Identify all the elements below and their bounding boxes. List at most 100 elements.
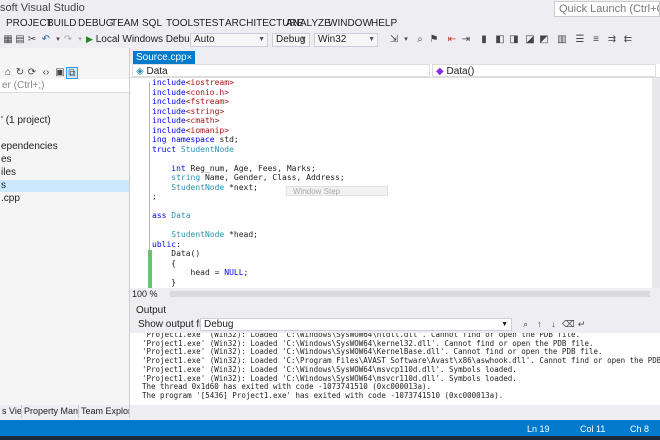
code-token: namespace xyxy=(171,135,215,144)
menu-debug[interactable]: DEBUG xyxy=(78,18,114,29)
comment-icon[interactable]: ☰ xyxy=(574,34,586,46)
quick-launch-input[interactable]: Quick Launch (Ctrl+Q) xyxy=(554,1,660,17)
platform-dropdown[interactable]: Win32 ▼ xyxy=(314,33,378,47)
save-all-icon[interactable]: ▤ xyxy=(14,34,26,46)
explorer-tabs: s View Property Man... Team Explorer xyxy=(0,405,130,418)
tab-property-manager[interactable]: Property Man... xyxy=(22,405,79,418)
menu-sql[interactable]: SQL xyxy=(142,18,162,29)
editor-footer: 100 % xyxy=(130,288,660,300)
undo-icon[interactable]: ↶ xyxy=(40,34,52,46)
code-line: ; xyxy=(152,192,157,202)
ghost-tooltip: Window Step xyxy=(286,186,388,196)
menu-bar: PROJECT BUILD DEBUG TEAM SQL TOOLS TEST ARCHITE… xyxy=(0,17,660,32)
menu-window[interactable]: WINDOW xyxy=(328,18,372,29)
tree-item[interactable]: iles xyxy=(0,167,129,179)
refresh-icon[interactable]: ⟳ xyxy=(26,67,38,79)
status-column: Col 11 xyxy=(580,424,606,434)
solution-search-input[interactable]: er (Ctrl+;) xyxy=(0,79,129,93)
attach-icon[interactable]: ⇲ xyxy=(388,34,400,46)
indent-icon[interactable]: ⇉ xyxy=(606,34,618,46)
member-dropdown[interactable]: ◆ Data() xyxy=(432,64,656,77)
code-line: include<iostream> xyxy=(152,78,234,88)
menu-tools[interactable]: TOOLS xyxy=(166,18,200,29)
prev-folder-icon[interactable]: ◪ xyxy=(524,34,536,46)
code-line: truct StudentNode xyxy=(152,145,234,155)
tree-item[interactable]: ependencies xyxy=(0,141,129,153)
cut-icon[interactable]: ✂ xyxy=(26,34,38,46)
next-folder-icon[interactable]: ◩ xyxy=(538,34,550,46)
word-wrap-icon[interactable]: ↵ xyxy=(576,319,587,330)
tree-item[interactable]: .cpp xyxy=(0,193,129,205)
platform-value: Win32 xyxy=(318,34,347,45)
tree-item[interactable]: ' (1 project) xyxy=(0,115,129,127)
class-dropdown[interactable]: ◈ Data xyxy=(132,64,430,77)
prev-bookmark-icon[interactable]: ◧ xyxy=(494,34,506,46)
build-config-dropdown[interactable]: Debug ▼ xyxy=(272,33,310,47)
output-text[interactable]: 'Project1.exe' (Win32): Loaded 'C:\Windo… xyxy=(130,333,660,405)
code-line: Data() xyxy=(152,249,200,259)
code-line: int Reg_num, Age, Fees, Marks; xyxy=(152,164,316,174)
home-icon[interactable]: ⌂ xyxy=(2,67,14,79)
menu-build[interactable]: BUILD xyxy=(47,18,76,29)
tree-item[interactable]: s xyxy=(0,180,129,192)
close-icon[interactable]: × xyxy=(187,51,192,64)
code-line: include<string> xyxy=(152,107,224,117)
sync-icon[interactable]: ↻ xyxy=(14,67,26,79)
zoom-level[interactable]: 100 % xyxy=(132,288,158,300)
uncomment-icon[interactable]: ≡ xyxy=(590,34,602,46)
tab-label: Source.cpp xyxy=(136,52,187,63)
code-token: : xyxy=(176,239,181,249)
output-source-value: Debug xyxy=(204,319,234,330)
tab-team-explorer[interactable]: Team Explorer xyxy=(79,405,130,418)
step-icon[interactable]: ⇥ xyxy=(460,34,472,46)
code-token: include xyxy=(152,106,186,116)
collapse-icon[interactable]: ‹› xyxy=(40,67,52,79)
find-icon[interactable]: ⌕ xyxy=(414,34,426,46)
code-token: Data() xyxy=(152,249,201,258)
code-token: std; xyxy=(214,135,239,144)
menu-test[interactable]: TEST xyxy=(199,18,225,29)
tree-item[interactable]: es xyxy=(0,154,129,166)
code-token: <fstream> xyxy=(185,97,230,106)
vertical-scrollbar[interactable] xyxy=(652,78,660,288)
menu-help[interactable]: HELP xyxy=(371,18,397,29)
next-bookmark-icon[interactable]: ◨ xyxy=(508,34,520,46)
bookmark-toggle-icon[interactable]: ▮ xyxy=(478,34,490,46)
redo-icon[interactable]: ↷ xyxy=(62,34,74,46)
output-line: 'Project1.exe' (Win32): Loaded 'C:\Windo… xyxy=(142,373,517,383)
editor-tab-strip: Source.cpp × xyxy=(130,48,660,64)
taskbar xyxy=(0,436,660,440)
status-line: Ln 19 xyxy=(527,424,550,434)
clear-all-icon[interactable]: ⌫ xyxy=(562,319,575,330)
attach-dropdown-icon[interactable]: ▾ xyxy=(400,34,412,46)
next-message-icon[interactable]: ↓ xyxy=(548,319,559,330)
redo-dropdown-icon[interactable]: ▾ xyxy=(74,34,86,46)
show-all-files-icon[interactable]: ▣ xyxy=(54,67,66,79)
menu-team[interactable]: TEAM xyxy=(111,18,139,29)
code-token: *next; xyxy=(224,182,258,192)
preview-icon[interactable]: ⧉ xyxy=(66,67,78,79)
horizontal-scrollbar[interactable] xyxy=(170,291,650,297)
debugger-config-dropdown[interactable]: Auto ▼ xyxy=(190,33,268,47)
prev-message-icon[interactable]: ↑ xyxy=(534,319,545,330)
outdent-icon[interactable]: ⇇ xyxy=(622,34,634,46)
status-char: Ch 8 xyxy=(630,424,650,434)
chevron-down-icon: ▼ xyxy=(258,36,265,43)
solution-explorer: ⌂ ↻ ⟳ ‹› ▣ ⧉ er (Ctrl+;) ' (1 project) ep… xyxy=(0,48,130,405)
step-back-icon[interactable]: ⇤ xyxy=(446,34,458,46)
code-token: ; xyxy=(152,192,157,201)
code-token: ublic xyxy=(152,239,177,249)
menu-analyze[interactable]: ANALYZE xyxy=(286,18,331,29)
chevron-down-icon: ▼ xyxy=(368,36,375,43)
tab-source-cpp[interactable]: Source.cpp × xyxy=(133,51,195,64)
menu-project[interactable]: PROJECT xyxy=(6,18,53,29)
tab-class-view[interactable]: s View xyxy=(0,405,22,418)
find-in-output-icon[interactable]: ⌕ xyxy=(520,319,531,330)
clear-bookmarks-icon[interactable]: ▥ xyxy=(556,34,568,46)
code-line: include<fstream> xyxy=(152,97,229,107)
tree-item[interactable] xyxy=(0,128,129,140)
save-icon[interactable]: ▦ xyxy=(2,34,14,46)
chevron-down-icon: ▼ xyxy=(501,321,508,328)
output-source-dropdown[interactable]: Debug ▼ xyxy=(200,318,512,331)
bookmark-icon[interactable]: ⚑ xyxy=(428,34,440,46)
